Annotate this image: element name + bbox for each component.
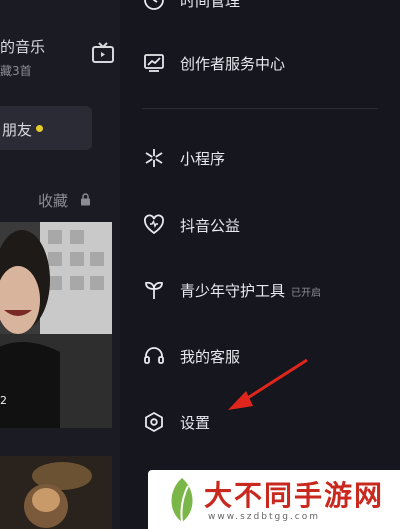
music-count: 藏3首 xyxy=(0,64,32,78)
menu-item-teen-protection[interactable]: 青少年守护工具 已开启 xyxy=(120,268,400,312)
lock-icon xyxy=(81,193,90,206)
headset-icon xyxy=(144,347,164,364)
mini-program-icon xyxy=(145,149,163,167)
video-thumbnail[interactable] xyxy=(0,456,112,529)
menu-item-label: 抖音公益 xyxy=(180,216,241,235)
menu-item-label: 青少年守护工具 已开启 xyxy=(180,280,321,301)
menu-item-label: 时间管理 xyxy=(180,0,241,10)
video-thumbnail[interactable] xyxy=(0,222,112,428)
watermark-brand: 大不同手游网 xyxy=(204,479,385,512)
menu-item-label: 小程序 xyxy=(180,149,226,168)
settings-hexagon-icon xyxy=(145,411,163,433)
creator-chart-icon xyxy=(144,54,164,72)
side-drawer-menu: 时间管理 创作者服务中心 小程序 抖音公益 青少年守护工具 已开启 我的客服 设… xyxy=(120,0,400,529)
leaf-logo-icon xyxy=(171,478,193,523)
friends-label: 朋友 xyxy=(2,121,33,139)
notification-dot xyxy=(36,125,43,132)
menu-item-mini-programs[interactable]: 小程序 xyxy=(120,136,400,180)
menu-item-label: 我的客服 xyxy=(180,347,241,366)
tab-favorites[interactable]: 收藏 xyxy=(38,190,68,211)
sprout-icon xyxy=(145,281,163,299)
menu-item-customer-service[interactable]: 我的客服 xyxy=(120,334,400,378)
menu-item-label: 设置 xyxy=(180,413,211,432)
menu-item-time-management[interactable]: 时间管理 xyxy=(120,0,400,22)
menu-item-label: 创作者服务中心 xyxy=(180,54,286,73)
teen-protection-label: 青少年守护工具 xyxy=(180,281,286,300)
status-badge: 已开启 xyxy=(291,287,322,299)
menu-item-charity[interactable]: 抖音公益 xyxy=(120,203,400,247)
watermark-url: www.szdbtgg.com xyxy=(208,512,320,522)
clock-icon xyxy=(144,0,164,10)
menu-item-creator-center[interactable]: 创作者服务中心 xyxy=(120,41,400,85)
watermark: 大不同手游网 www.szdbtgg.com xyxy=(148,470,400,529)
menu-item-settings[interactable]: 设置 xyxy=(120,400,400,444)
charity-heart-icon xyxy=(144,214,164,235)
menu-divider xyxy=(142,108,378,109)
profile-background: 的音乐 藏3首 朋友 收藏 2 xyxy=(0,0,128,529)
music-title[interactable]: 的音乐 xyxy=(0,36,45,57)
tv-icon[interactable] xyxy=(90,42,116,66)
video-play-count: 2 xyxy=(0,394,7,407)
